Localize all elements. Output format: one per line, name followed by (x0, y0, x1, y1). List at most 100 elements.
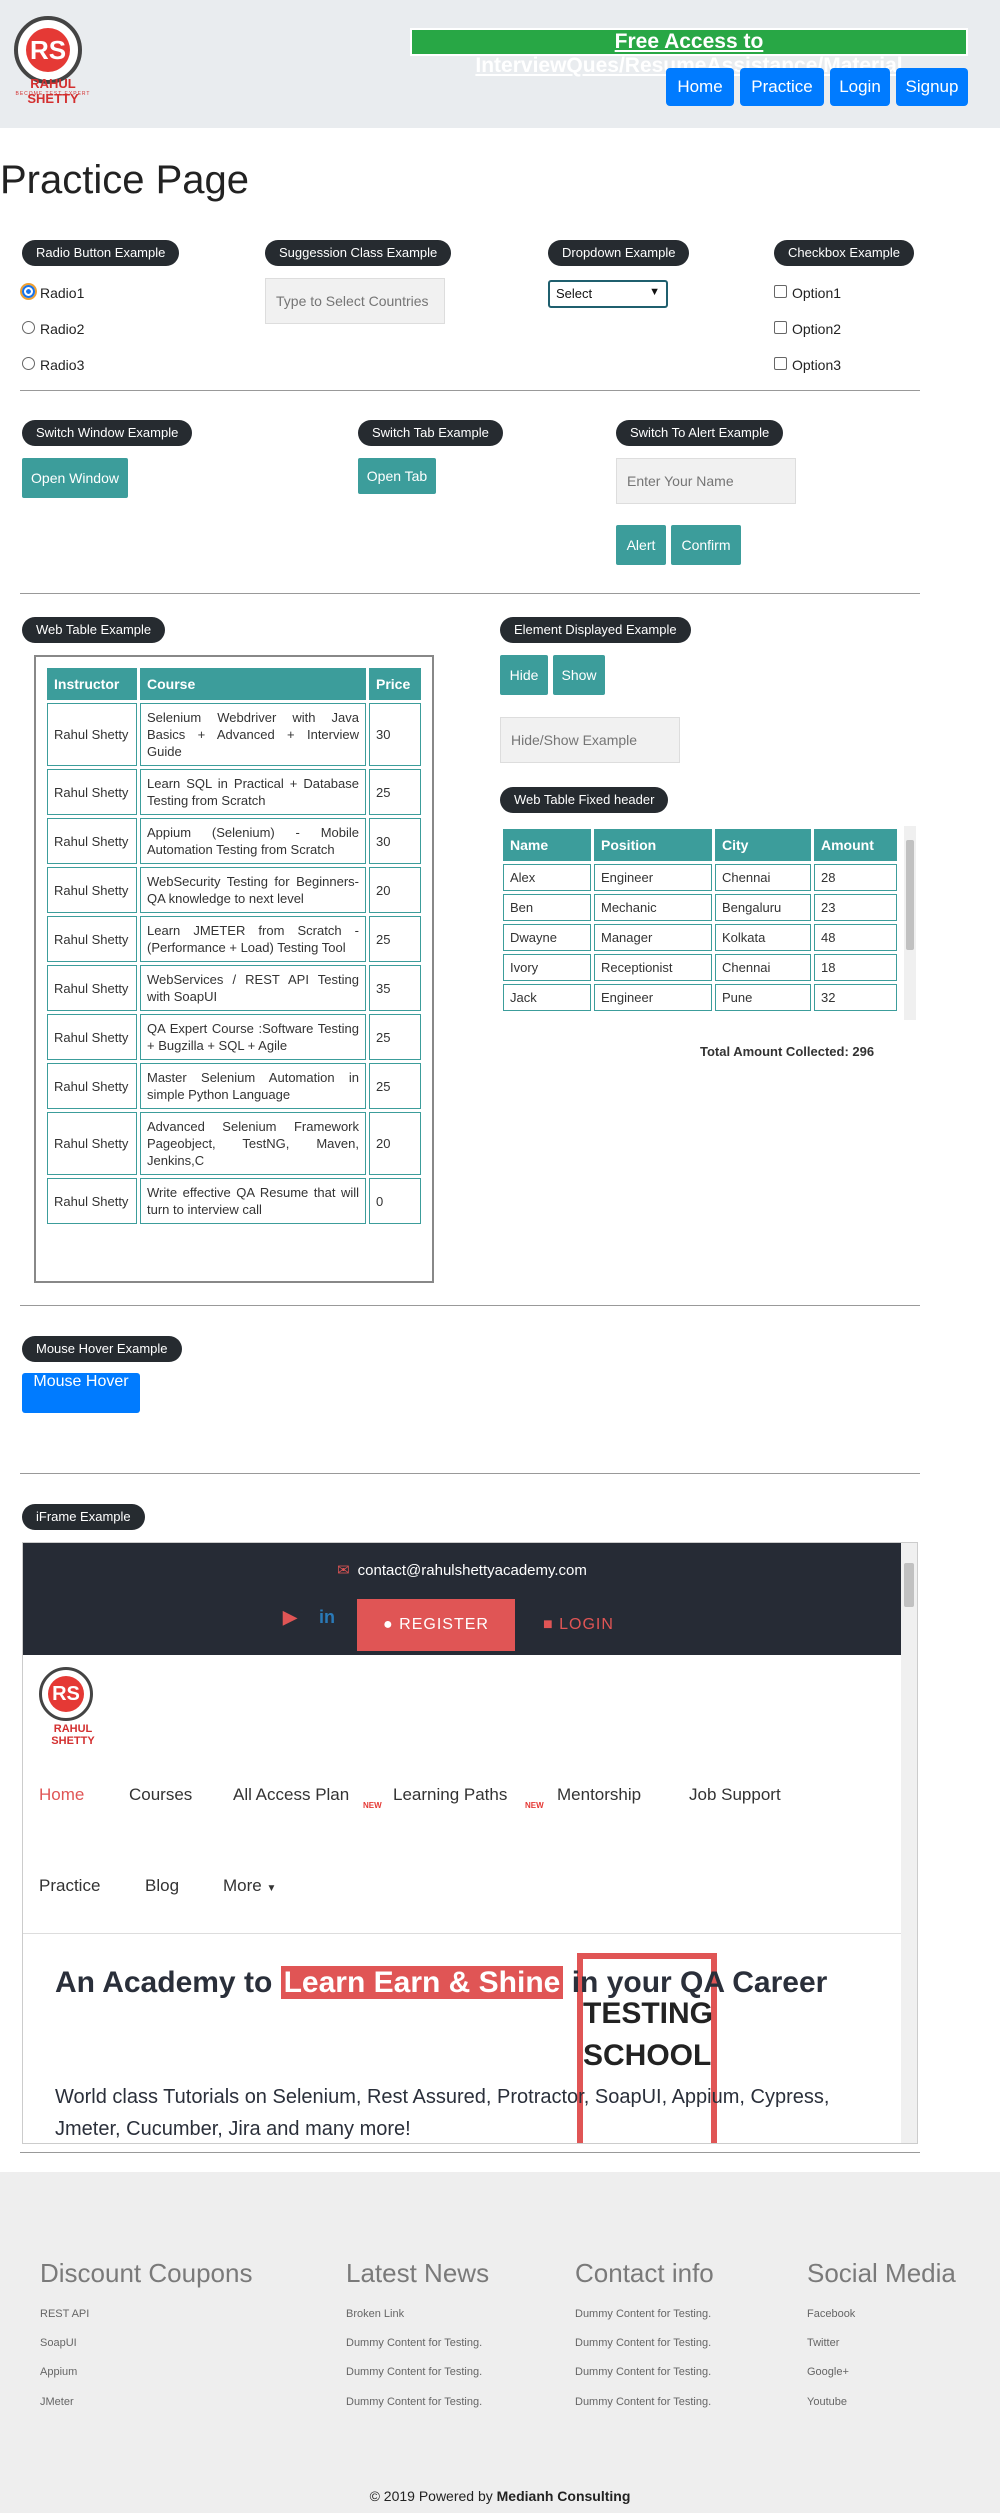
table-header: Name (503, 829, 591, 861)
footer-link[interactable]: Twitter (807, 2337, 839, 2349)
total-amount-label: Total Amount Collected: (700, 1044, 849, 1059)
course-cell: WebServices / REST API Testing with Soap… (140, 965, 366, 1011)
position-cell: Receptionist (594, 954, 712, 981)
hide-button[interactable]: Hide (500, 655, 548, 695)
footer-link[interactable]: Dummy Content for Testing. (575, 2396, 711, 2408)
course-cell: QA Expert Course :Software Testing + Bug… (140, 1014, 366, 1060)
instructor-cell: Rahul Shetty (47, 1112, 137, 1175)
instructor-cell: Rahul Shetty (47, 1014, 137, 1060)
iframe-brand-name: RAHUL SHETTY (51, 1723, 95, 1747)
iframe-nav-job-support[interactable]: Job Support (689, 1785, 781, 1805)
iframe-nav-more[interactable]: More ▼ (223, 1876, 276, 1896)
radio3-button[interactable] (22, 357, 35, 370)
scrollbar-thumb[interactable] (904, 1563, 914, 1607)
register-button[interactable]: ● REGISTER (357, 1599, 515, 1651)
dropdown-select[interactable]: Select ▼ (548, 280, 668, 308)
show-button[interactable]: Show (553, 655, 605, 695)
fixed-table-container[interactable]: Name Position City Amount Alex Engineer Ch… (500, 826, 916, 1020)
open-tab-button[interactable]: Open Tab (358, 458, 436, 494)
element-displayed-title: Element Displayed Example (500, 617, 691, 643)
dropdown-selected-value: Select (556, 286, 593, 301)
alert-section-title: Switch To Alert Example (616, 420, 784, 446)
radio2-button[interactable] (22, 321, 35, 334)
city-cell: Chennai (715, 954, 811, 981)
iframe-scrollbar[interactable] (901, 1543, 917, 2143)
amount-cell: 28 (814, 864, 897, 891)
footer-link[interactable]: Broken Link (346, 2308, 404, 2320)
country-autocomplete-input[interactable] (265, 278, 445, 324)
option3-checkbox[interactable] (774, 357, 787, 370)
confirm-button[interactable]: Confirm (671, 525, 741, 565)
table-row: Rahul Shetty Learn JMETER from Scratch - … (47, 916, 421, 962)
copyright: © 2019 Powered by Medianh Consulting (0, 2488, 1000, 2504)
table-header: Amount (814, 829, 897, 861)
name-input[interactable] (616, 458, 796, 504)
mouse-hover-title: Mouse Hover Example (22, 1336, 182, 1362)
free-access-link[interactable]: Free Access to InterviewQues/ResumeAssis… (410, 28, 968, 77)
iframe-nav-courses[interactable]: Courses (129, 1785, 192, 1805)
radio-section-title: Radio Button Example (22, 240, 180, 266)
city-cell: Bengaluru (715, 894, 811, 921)
brand-logo[interactable]: RS (14, 16, 82, 84)
instructor-cell: Rahul Shetty (47, 703, 137, 766)
table-scrollbar[interactable] (904, 826, 916, 1020)
scrollbar-thumb[interactable] (906, 840, 914, 950)
mouse-hover-button[interactable]: Mouse Hover (22, 1373, 140, 1413)
option2-checkbox[interactable] (774, 321, 787, 334)
footer-link[interactable]: Dummy Content for Testing. (575, 2308, 711, 2320)
radio1-button[interactable] (22, 285, 35, 298)
company-name[interactable]: Medianh Consulting (497, 2488, 631, 2504)
chevron-down-icon: ▼ (266, 1883, 277, 1894)
iframe-nav-home[interactable]: Home (39, 1785, 84, 1805)
footer-link[interactable]: Facebook (807, 2308, 855, 2320)
price-cell: 25 (369, 769, 421, 815)
footer-link[interactable]: Dummy Content for Testing. (346, 2396, 482, 2408)
footer-link[interactable]: Google+ (807, 2366, 849, 2378)
nav-home-button[interactable]: Home (666, 68, 734, 106)
section-divider (20, 2152, 920, 2153)
option1-checkbox[interactable] (774, 285, 787, 298)
open-window-button[interactable]: Open Window (22, 458, 128, 498)
footer-link[interactable]: Dummy Content for Testing. (346, 2337, 482, 2349)
section-divider (20, 390, 920, 391)
footer-link[interactable]: Dummy Content for Testing. (346, 2366, 482, 2378)
switch-window-title: Switch Window Example (22, 420, 193, 446)
iframe-nav-learning-paths[interactable]: Learning Paths (393, 1785, 507, 1805)
linkedin-icon[interactable]: in (319, 1607, 335, 1628)
footer-link[interactable]: SoapUI (40, 2337, 77, 2349)
city-cell: Kolkata (715, 924, 811, 951)
iframe-logo[interactable]: RS (39, 1667, 93, 1721)
iframe-login-label: LOGIN (559, 1616, 614, 1633)
table-row: Jack Engineer Pune 32 (503, 984, 897, 1011)
course-cell: Write effective QA Resume that will turn… (140, 1178, 366, 1224)
amount-cell: 23 (814, 894, 897, 921)
footer-link[interactable]: JMeter (40, 2396, 74, 2408)
price-cell: 20 (369, 1112, 421, 1175)
footer-link[interactable]: Appium (40, 2366, 77, 2378)
name-cell: Dwayne (503, 924, 591, 951)
nav-practice-button[interactable]: Practice (740, 68, 824, 106)
youtube-icon[interactable]: ▶ (283, 1607, 297, 1628)
nav-login-button[interactable]: Login (830, 68, 890, 106)
footer-link[interactable]: Youtube (807, 2396, 847, 2408)
iframe-nav-blog[interactable]: Blog (145, 1876, 179, 1896)
contact-email[interactable]: ✉ contact@rahulshettyacademy.com (23, 1561, 901, 1579)
nav-signup-button[interactable]: Signup (896, 68, 968, 106)
alert-button[interactable]: Alert (616, 525, 666, 565)
hide-show-input[interactable] (500, 717, 680, 763)
amount-cell: 18 (814, 954, 897, 981)
footer-link[interactable]: Dummy Content for Testing. (575, 2337, 711, 2349)
iframe-nav-mentorship[interactable]: Mentorship (557, 1785, 641, 1805)
footer-link[interactable]: REST API (40, 2308, 89, 2320)
courses-iframe[interactable]: ✉ contact@rahulshettyacademy.com ▶ in ● R… (22, 1542, 918, 2144)
section-divider (20, 1305, 920, 1306)
user-icon: ● (383, 1616, 400, 1633)
price-cell: 30 (369, 703, 421, 766)
footer-link[interactable]: Dummy Content for Testing. (575, 2366, 711, 2378)
iframe-login-link[interactable]: ■ LOGIN (543, 1599, 663, 1651)
iframe-nav-practice[interactable]: Practice (39, 1876, 100, 1896)
checkbox-section-title: Checkbox Example (774, 240, 914, 266)
iframe-nav-all-access[interactable]: All Access Plan (233, 1785, 349, 1805)
instructor-cell: Rahul Shetty (47, 1063, 137, 1109)
table-row: Dwayne Manager Kolkata 48 (503, 924, 897, 951)
